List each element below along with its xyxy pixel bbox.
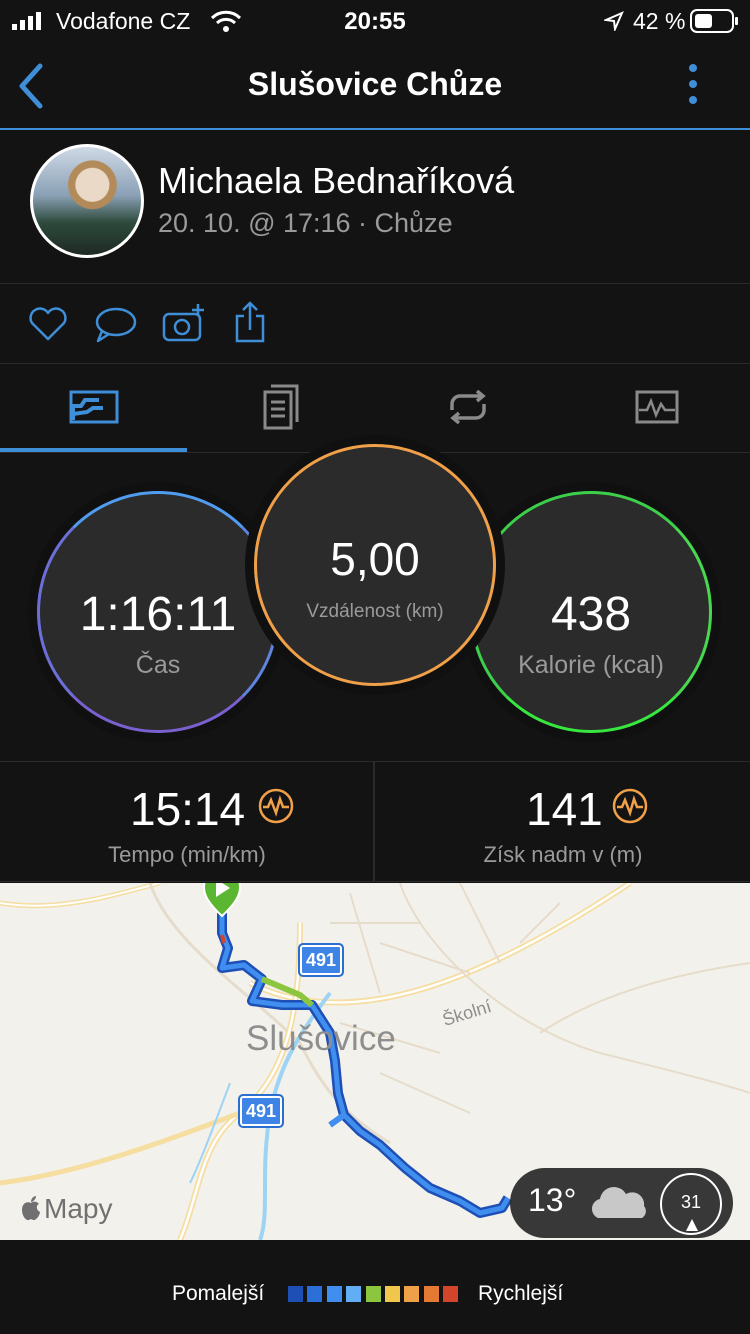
activity-header: Michaela Bednaříková 20. 10. @ 17:16 · C… [0, 130, 750, 284]
comment-icon[interactable] [94, 306, 138, 344]
metrics-row: 15:14 Tempo (min/km) 141 Získ nadm v (m) [0, 762, 750, 882]
time-ring[interactable]: 1:16:11 Čas [37, 491, 279, 733]
battery-percentage: 42 % [633, 8, 686, 34]
calories-value: 438 [550, 588, 632, 641]
legend-swatch [404, 1286, 420, 1302]
weather-badge[interactable]: 13° 31 [510, 1168, 733, 1238]
status-bar: Vodafone CZ 20:55 42 % [0, 0, 750, 42]
tab-bar [0, 364, 750, 453]
tab-laps[interactable] [374, 364, 561, 452]
elevation-value: 141 [526, 783, 603, 835]
town-label: Slušovice [246, 1019, 396, 1058]
pace-metric[interactable]: 15:14 Tempo (min/km) [0, 762, 374, 881]
divider [373, 762, 375, 881]
apple-logo-icon [22, 1196, 40, 1221]
tab-charts[interactable] [561, 364, 748, 452]
user-name[interactable]: Michaela Bednaříková [158, 160, 514, 202]
heart-icon[interactable] [28, 306, 68, 342]
laps-icon [450, 390, 486, 424]
action-bar [0, 284, 750, 364]
legend-swatch [423, 1286, 439, 1302]
more-options-icon[interactable] [684, 62, 702, 110]
location-arrow-icon [604, 11, 624, 31]
activity-meta: 20. 10. @ 17:16 · Chůze [158, 208, 453, 238]
speed-legend: Pomalejší Rychlejší [0, 1240, 750, 1334]
details-icon [263, 384, 299, 430]
pace-label: Tempo (min/km) [108, 842, 266, 867]
legend-swatch [326, 1286, 342, 1302]
nav-bar: Slušovice Chůze [0, 42, 750, 130]
summary-stats: 1:16:11 Čas 438 Kalorie (kcal) 5,00 Vzdá… [0, 444, 750, 762]
elevation-metric[interactable]: 141 Získ nadm v (m) [376, 762, 750, 881]
time-label: Čas [135, 651, 181, 679]
distance-label: Vzdálenost (km) [306, 601, 444, 622]
legend-slower-label: Pomalejší [172, 1282, 265, 1305]
map-attribution[interactable]: Mapy [44, 1193, 112, 1225]
page-title: Slušovice Chůze [247, 66, 503, 102]
cloud-icon [591, 1186, 646, 1218]
avatar[interactable] [30, 144, 144, 258]
tab-stats[interactable] [0, 364, 187, 452]
legend-swatch [443, 1286, 459, 1302]
elevation-label: Získ nadm v (m) [483, 842, 643, 867]
road-badge: 491 [238, 1094, 284, 1128]
wind-speed: 31 [680, 1192, 702, 1212]
calories-ring[interactable]: 438 Kalorie (kcal) [470, 491, 712, 733]
legend-swatch [307, 1286, 323, 1302]
distance-value: 5,00 [330, 533, 420, 585]
legend-faster-label: Rychlejší [478, 1282, 564, 1305]
distance-ring[interactable]: 5,00 Vzdálenost (km) [254, 444, 496, 686]
legend-swatch [346, 1286, 362, 1302]
road-badge: 491 [298, 943, 344, 977]
legend-swatch [365, 1286, 381, 1302]
chart-icon [635, 390, 679, 424]
pace-value: 15:14 [130, 783, 246, 835]
legend-swatch [385, 1286, 400, 1302]
performance-icon [612, 788, 648, 824]
legend-swatch [288, 1286, 303, 1302]
share-icon[interactable] [234, 300, 266, 344]
temperature: 13° [528, 1182, 577, 1218]
add-photo-icon[interactable] [162, 302, 208, 344]
route-map[interactable]: 491 491 Slušovice Školní Mapy 13° 31 [0, 883, 750, 1240]
stats-icon [69, 390, 119, 424]
performance-icon [258, 788, 294, 824]
wind-direction-icon [686, 1219, 698, 1231]
tab-details[interactable] [187, 364, 374, 452]
calories-label: Kalorie (kcal) [518, 651, 664, 679]
wind-dial: 31 [660, 1173, 722, 1235]
battery-icon [690, 9, 738, 33]
time-value: 1:16:11 [79, 588, 237, 641]
